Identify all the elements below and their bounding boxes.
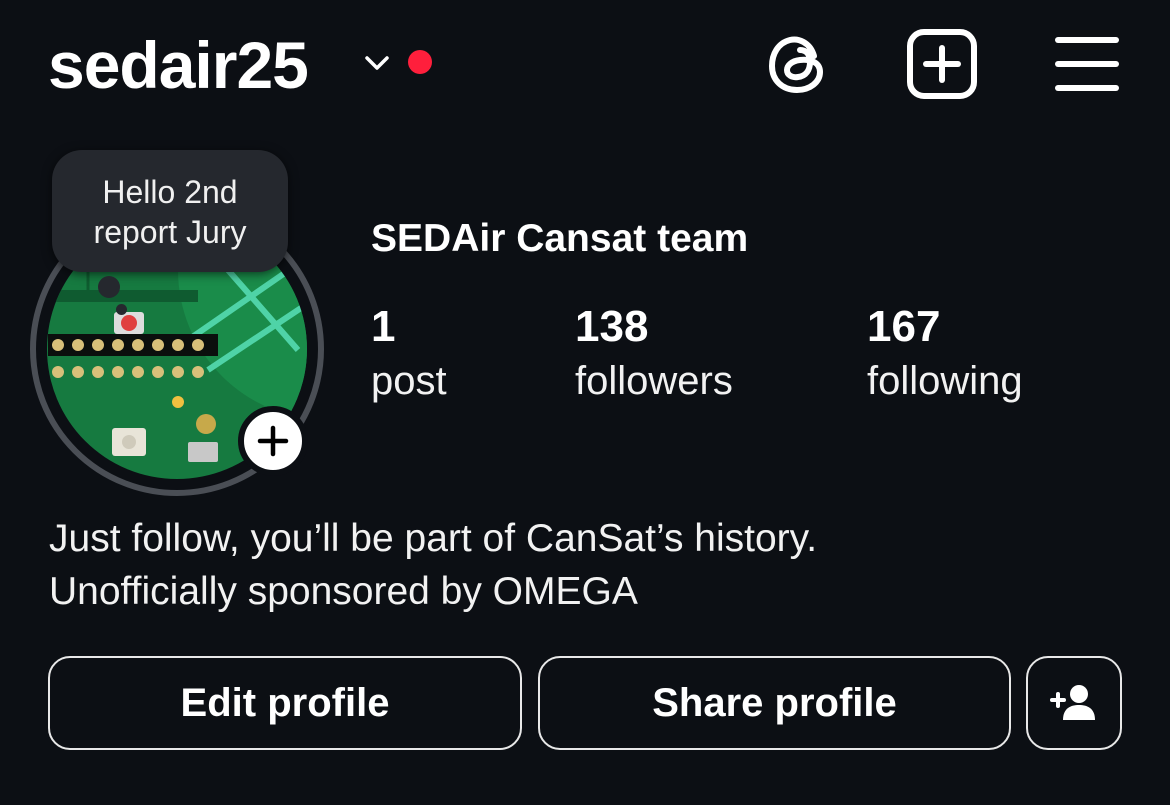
plus-icon bbox=[257, 425, 289, 457]
bio-line: Unofficially sponsored by OMEGA bbox=[49, 570, 638, 613]
username-title[interactable]: sedair25 bbox=[48, 22, 309, 108]
bio: Just follow, you’ll be part of CanSat’s … bbox=[49, 512, 817, 618]
following-count: 167 bbox=[867, 302, 941, 351]
edit-profile-button[interactable]: Edit profile bbox=[48, 656, 522, 750]
note-text: Hello 2nd report Jury bbox=[93, 174, 247, 250]
create-post-icon[interactable] bbox=[904, 26, 980, 102]
note-tail bbox=[116, 304, 127, 315]
menu-icon[interactable] bbox=[1050, 26, 1126, 102]
display-name: SEDAir Cansat team bbox=[371, 217, 749, 260]
posts-label: post bbox=[371, 359, 447, 403]
add-person-icon bbox=[1050, 685, 1095, 720]
note-tail bbox=[98, 276, 120, 298]
chevron-down-icon[interactable] bbox=[362, 48, 392, 78]
following-stat[interactable]: 167 following bbox=[867, 300, 1023, 408]
followers-stat[interactable]: 138 followers bbox=[575, 300, 733, 408]
notification-dot bbox=[408, 50, 432, 74]
following-label: following bbox=[867, 359, 1023, 403]
posts-count: 1 bbox=[371, 302, 396, 351]
posts-stat[interactable]: 1 post bbox=[371, 300, 447, 408]
bio-line: Just follow, you’ll be part of CanSat’s … bbox=[49, 517, 818, 560]
threads-icon[interactable] bbox=[760, 26, 836, 102]
followers-label: followers bbox=[575, 359, 733, 403]
note-bubble[interactable]: Hello 2nd report Jury bbox=[52, 150, 288, 272]
share-profile-button[interactable]: Share profile bbox=[538, 656, 1011, 750]
discover-people-button[interactable] bbox=[1026, 656, 1122, 750]
followers-count: 138 bbox=[575, 302, 649, 351]
add-story-button[interactable] bbox=[238, 406, 308, 476]
